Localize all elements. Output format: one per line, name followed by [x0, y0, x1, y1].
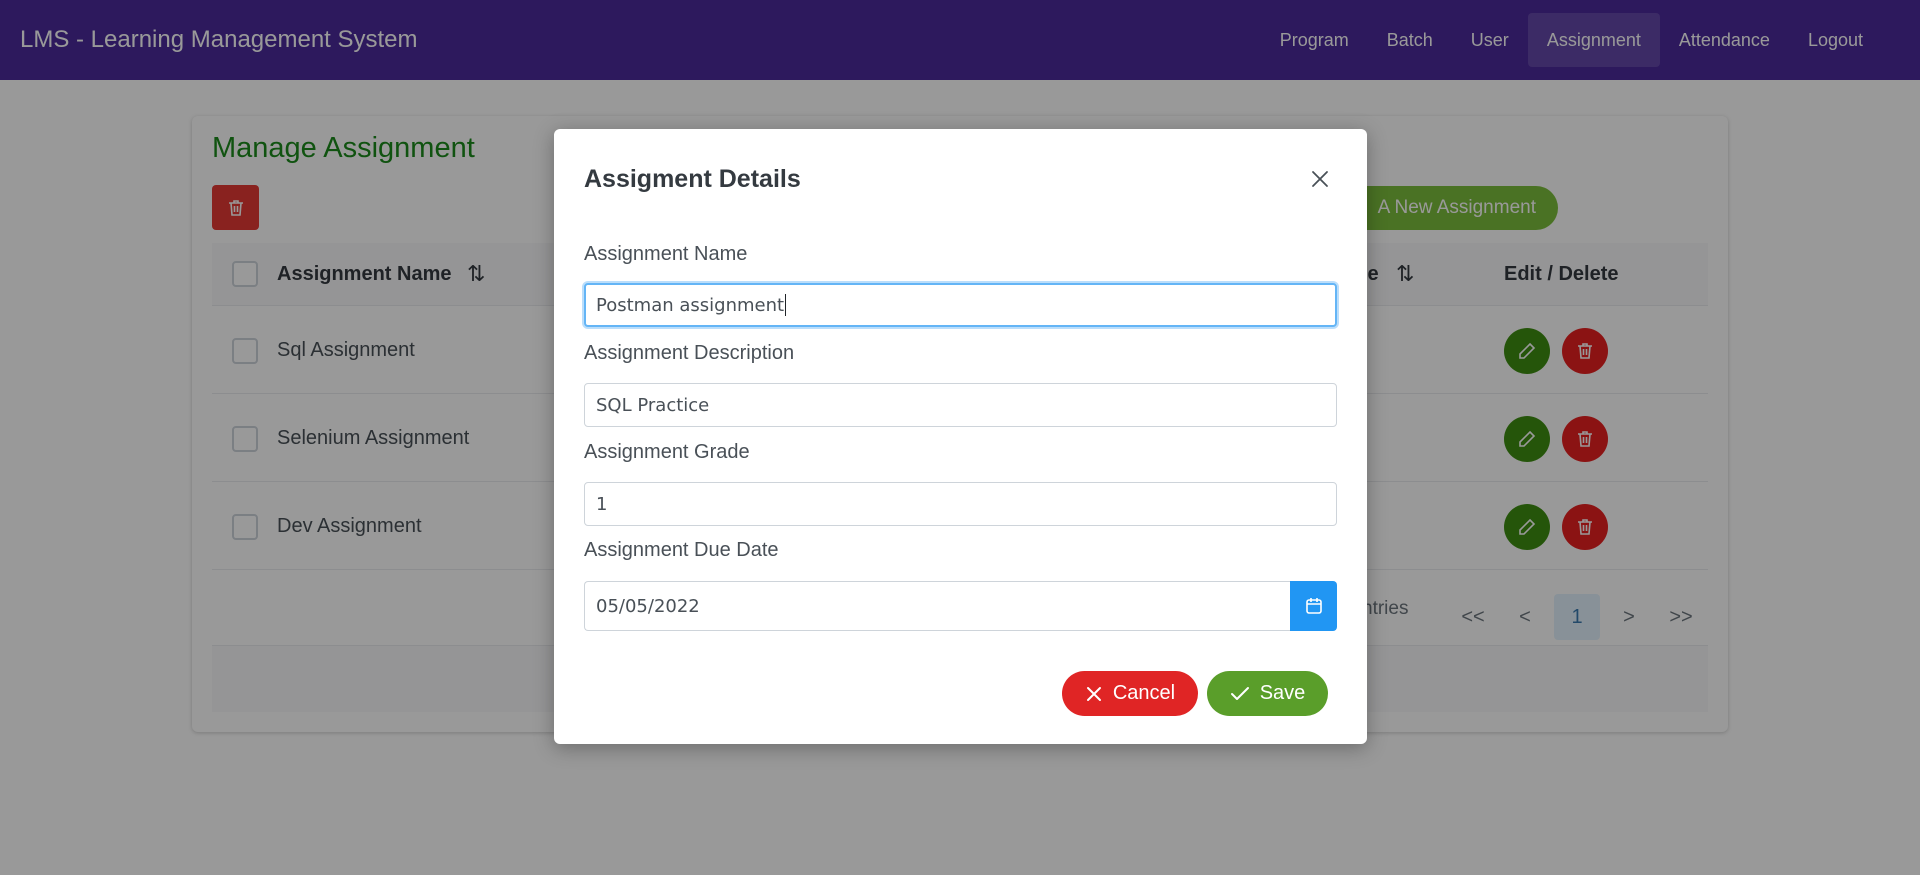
assignment-details-dialog: Assigment Details Assignment Name Postma…: [554, 129, 1367, 744]
assignment-grade-value: 1: [596, 493, 608, 515]
assignment-description-label: Assignment Description: [584, 342, 795, 364]
calendar-button[interactable]: [1290, 581, 1337, 631]
dialog-title: Assigment Details: [584, 165, 801, 193]
close-icon: [1086, 686, 1101, 701]
assignment-grade-label: Assignment Grade: [584, 441, 750, 463]
assignment-due-date-label: Assignment Due Date: [584, 539, 779, 561]
check-icon: [1230, 686, 1249, 700]
assignment-name-input[interactable]: Postman assignment: [584, 283, 1337, 327]
assignment-description-value: SQL Practice: [596, 394, 710, 416]
close-icon: [1312, 171, 1328, 187]
calendar-icon: [1305, 598, 1322, 614]
assignment-due-date-input[interactable]: 05/05/2022: [584, 581, 1290, 631]
close-button[interactable]: [1300, 159, 1340, 199]
cancel-button[interactable]: Cancel: [1062, 671, 1198, 716]
assignment-grade-input[interactable]: 1: [584, 482, 1337, 526]
save-label: Save: [1259, 682, 1306, 704]
save-button[interactable]: Save: [1207, 671, 1328, 716]
text-caret: [785, 294, 787, 316]
cancel-label: Cancel: [1112, 682, 1176, 704]
assignment-name-value: Postman assignment: [596, 294, 785, 316]
assignment-name-label: Assignment Name: [584, 243, 748, 265]
assignment-due-date-value: 05/05/2022: [596, 595, 700, 617]
assignment-description-input[interactable]: SQL Practice: [584, 383, 1337, 427]
